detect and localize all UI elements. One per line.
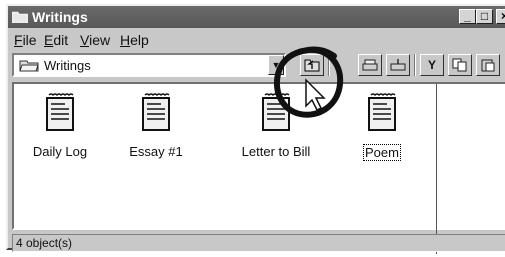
copy-icon [452,58,467,72]
folder-icon [12,11,28,23]
file-item-letter-to-bill[interactable]: Letter to Bill [236,92,316,159]
maximize-icon: □ [480,9,489,23]
title-bar[interactable]: Writings _ □ × [8,6,505,28]
file-label: Letter to Bill [241,144,311,159]
document-icon [368,93,396,131]
up-one-level-button[interactable] [300,54,324,76]
status-text: 4 object(s) [16,236,73,250]
file-item-essay-1[interactable]: Essay #1 [116,92,196,159]
file-item-poem[interactable]: Poem [342,92,422,161]
folder-icon [19,60,39,72]
file-view[interactable]: Daily Log Essay #1 Letter to Bill Poem [12,82,505,254]
chevron-down-icon: ▼ [271,60,281,70]
dropdown-button[interactable]: ▼ [268,55,284,75]
minimize-button[interactable]: _ [459,9,476,24]
file-label: Essay #1 [129,144,183,159]
menu-bar: File Edit View Help [8,30,505,50]
minimize-icon: _ [464,9,471,23]
map-drive-button[interactable] [358,54,382,76]
vertical-divider [436,84,437,254]
file-label: Poem [363,144,401,161]
file-item-daily-log[interactable]: Daily Log [20,92,100,159]
menu-help[interactable]: Help [120,32,149,48]
up-one-level-icon [304,59,320,72]
document-icon [262,93,290,131]
document-icon [46,93,74,131]
cut-icon: Y [427,58,436,72]
map-drive-icon [362,59,378,71]
address-value: Writings [44,58,91,73]
menu-view[interactable]: View [80,32,110,48]
toolbar-separator [328,54,330,76]
paste-icon [481,59,495,72]
menu-edit[interactable]: Edit [44,32,68,48]
document-icon [142,93,170,131]
disconnect-drive-icon [390,59,406,71]
address-dropdown[interactable]: Writings ▼ [12,53,286,77]
paste-button[interactable] [476,54,500,76]
menu-file[interactable]: File [14,32,37,48]
toolbar-separator [414,54,416,76]
copy-button[interactable] [448,54,472,76]
disconnect-drive-button[interactable] [386,54,410,76]
status-bar: 4 object(s) [12,234,505,252]
close-icon: × [500,9,505,23]
window-title: Writings [32,9,88,25]
explorer-window: Writings _ □ × File Edit View Help Writi… [6,4,505,254]
close-button[interactable]: × [496,9,505,24]
cut-button[interactable]: Y [420,54,444,76]
file-label: Daily Log [32,144,88,159]
maximize-button[interactable]: □ [476,9,493,24]
